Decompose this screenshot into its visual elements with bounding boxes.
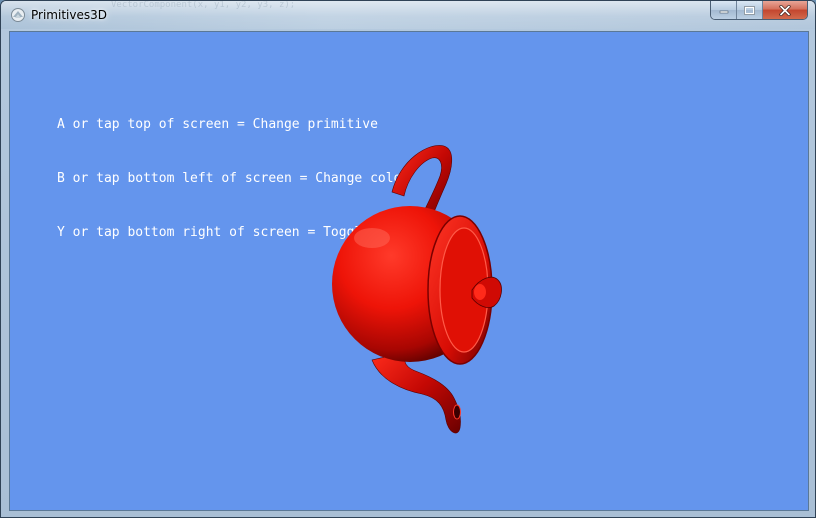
app-window: VectorComponent(x, y1, y2, y3, z); Primi… [0, 0, 816, 518]
caption-buttons [710, 1, 808, 20]
spout-tip [453, 404, 461, 420]
instruction-change-primitive: A or tap top of screen = Change primitiv… [57, 117, 378, 132]
title-bar[interactable]: VectorComponent(x, y1, y2, y3, z); Primi… [1, 1, 815, 29]
teapot-spout [371, 351, 461, 434]
window-title: Primitives3D [31, 8, 107, 22]
render-viewport[interactable]: A or tap top of screen = Change primitiv… [9, 31, 809, 511]
maximize-button[interactable] [737, 1, 763, 19]
minimize-icon [719, 10, 728, 14]
close-button[interactable] [763, 1, 807, 19]
teapot-primitive [332, 145, 502, 434]
background-code-ghost: VectorComponent(x, y1, y2, y3, z); [111, 1, 296, 10]
close-icon [779, 4, 791, 16]
maximize-icon [744, 5, 755, 15]
app-icon[interactable] [10, 7, 26, 23]
minimize-button[interactable] [711, 1, 737, 19]
